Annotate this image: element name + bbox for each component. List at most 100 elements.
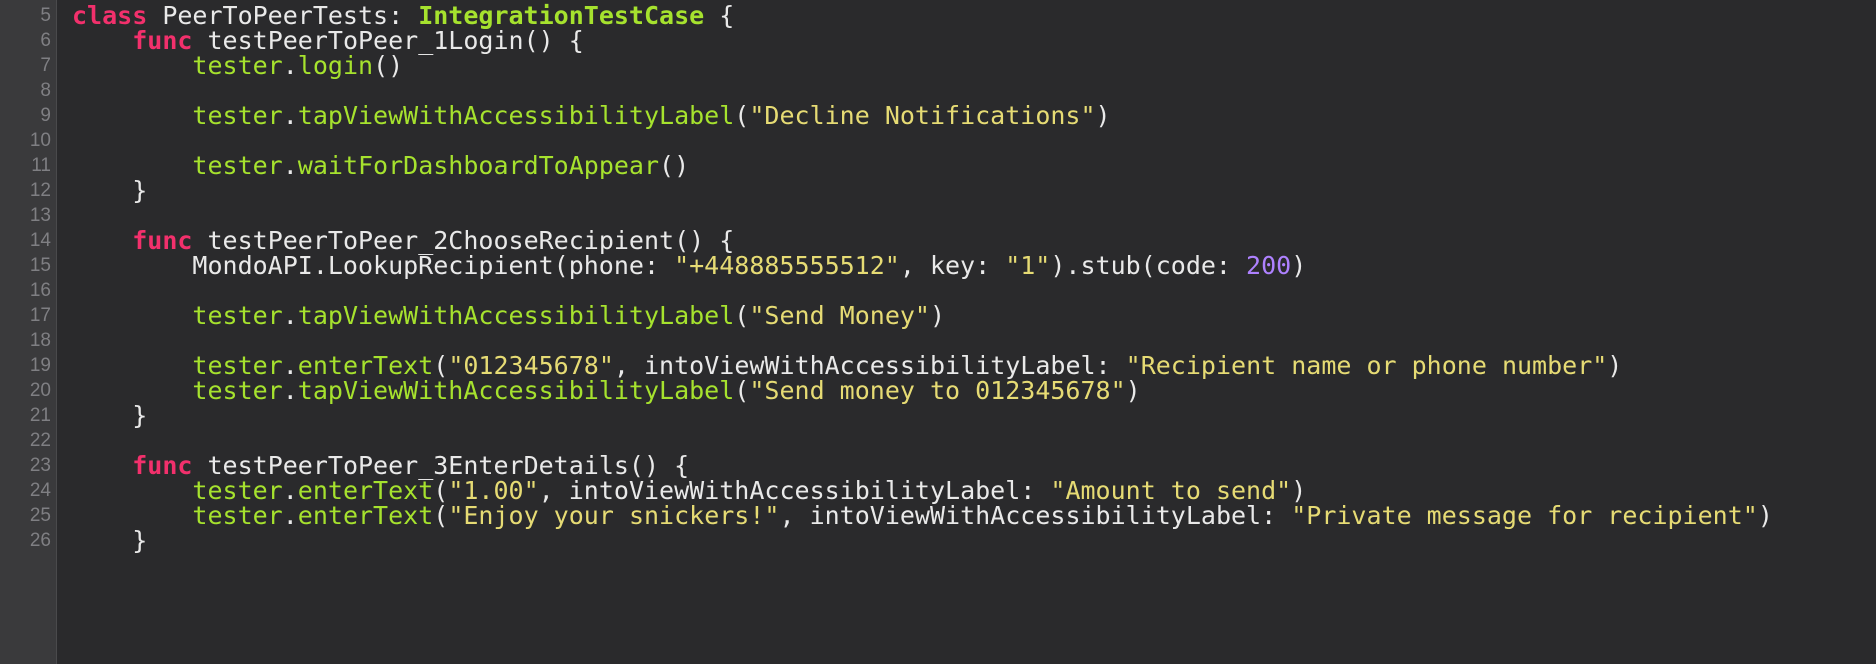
code-token: ) [1291,251,1307,280]
line-number: 21 [29,405,51,426]
line-code: tester.login() [72,53,403,78]
code-token: . [282,51,298,80]
code-token: , key: [899,251,1006,280]
code-token: tester [192,151,283,180]
code-token: () [659,151,690,180]
code-token: tester [192,376,283,405]
code-editor[interactable]: 5 class PeerToPeerTests: IntegrationTestC… [0,0,1876,664]
code-token: ( [734,101,750,130]
line-number: 14 [29,230,51,251]
code-token: { [704,1,735,30]
line-code: tester.enterText("Enjoy your snickers!",… [72,501,1773,530]
line-number: 18 [29,330,51,351]
code-token: ) [1607,351,1623,380]
line-number: 12 [29,180,51,201]
code-token: ) [929,301,946,330]
code-line[interactable]: 23 func testPeerToPeer_3EnterDetails() { [0,453,1876,478]
code-line[interactable]: 22 [0,428,1876,453]
code-token: login [297,51,374,80]
code-token: ( [734,376,750,405]
code-token: "Recipient name or phone number" [1125,351,1608,380]
code-line[interactable]: 9 tester.tapViewWithAccessibilityLabel("… [0,103,1876,128]
code-token: } [72,176,148,205]
code-token: tapViewWithAccessibilityLabel [297,376,735,405]
code-line[interactable]: 24 tester.enterText("1.00", intoViewWith… [0,478,1876,503]
code-line[interactable]: 6 func testPeerToPeer_1Login() { [0,28,1876,53]
code-token: . [282,301,298,330]
line-number: 16 [29,280,51,301]
line-number: 22 [29,430,51,451]
code-token: waitForDashboardToAppear [297,151,660,180]
code-token: "Enjoy your snickers!" [448,501,780,530]
line-number: 10 [29,130,51,151]
code-line[interactable]: 11 tester.waitForDashboardToAppear() [0,153,1876,178]
code-line[interactable]: 15 MondoAPI.LookupRecipient(phone: "+448… [0,253,1876,278]
code-line[interactable]: 16 [0,278,1876,303]
code-line[interactable]: 12 } [0,178,1876,203]
code-token: . [282,101,298,130]
line-code: tester.tapViewWithAccessibilityLabel("Se… [72,376,1140,405]
line-number: 26 [29,530,51,551]
line-number: 19 [29,355,51,376]
code-line[interactable]: 7 tester.login() [0,53,1876,78]
line-code: tester.tapViewWithAccessibilityLabel("De… [72,101,1111,130]
code-line[interactable]: 13 [0,203,1876,228]
code-line[interactable]: 18 [0,328,1876,353]
code-line[interactable]: 10 [0,128,1876,153]
line-code: tester.tapViewWithAccessibilityLabel("Se… [72,303,945,328]
code-token: tester [192,301,283,330]
line-code: func testPeerToPeer_3EnterDetails() { [72,453,689,478]
line-number: 11 [31,155,51,176]
line-number: 8 [40,80,51,101]
line-code: } [72,403,147,428]
code-token: ) [1095,101,1111,130]
code-token: MondoAPI.LookupRecipient(phone: [72,251,675,280]
code-token: () [373,51,404,80]
line-number: 5 [40,5,51,26]
code-token: 200 [1246,251,1292,280]
line-code: func testPeerToPeer_1Login() { [72,28,584,53]
code-token: "Decline Notifications" [749,101,1096,130]
code-line[interactable]: 14 func testPeerToPeer_2ChooseRecipient(… [0,228,1876,253]
code-token: tester [192,501,283,530]
code-token: "Send Money" [749,301,930,330]
code-line[interactable]: 26 } [0,528,1876,553]
code-token: . [282,376,298,405]
code-token: . [282,501,298,530]
code-token: ( [433,501,449,530]
code-token: , intoViewWithAccessibilityLabel: [779,501,1292,530]
code-token: "Private message for recipient" [1291,501,1758,530]
line-code: class PeerToPeerTests: IntegrationTestCa… [72,3,734,28]
line-number: 24 [29,480,51,501]
code-token: . [282,151,298,180]
code-line[interactable]: 25 tester.enterText("Enjoy your snickers… [0,503,1876,528]
line-number: 6 [40,30,51,51]
code-token: ) [1757,501,1773,530]
code-line[interactable]: 17 tester.tapViewWithAccessibilityLabel(… [0,303,1876,328]
line-number: 20 [29,380,51,401]
code-line[interactable]: 19 tester.enterText("012345678", intoVie… [0,353,1876,378]
code-line[interactable]: 20 tester.tapViewWithAccessibilityLabel(… [0,378,1876,403]
code-line[interactable]: 5 class PeerToPeerTests: IntegrationTestC… [0,3,1876,28]
line-code: func testPeerToPeer_2ChooseRecipient() { [72,228,734,253]
code-token: ).stub(code: [1050,251,1247,280]
line-number: 9 [40,105,51,126]
line-number: 23 [29,455,51,476]
code-line[interactable]: 21 } [0,403,1876,428]
code-token: "1" [1005,251,1051,280]
line-number: 17 [29,305,51,326]
line-number: 15 [29,255,51,276]
code-token: tester [192,51,283,80]
code-token: tapViewWithAccessibilityLabel [297,301,735,330]
line-code: MondoAPI.LookupRecipient(phone: "+448885… [72,253,1306,278]
code-token: } [72,526,148,555]
line-code: tester.enterText("1.00", intoViewWithAcc… [72,478,1306,503]
code-token: tapViewWithAccessibilityLabel [297,101,735,130]
code-line[interactable]: 8 [0,78,1876,103]
code-token: "+448885555512" [674,251,900,280]
line-code: tester.waitForDashboardToAppear() [72,153,689,178]
line-number: 7 [40,55,51,76]
